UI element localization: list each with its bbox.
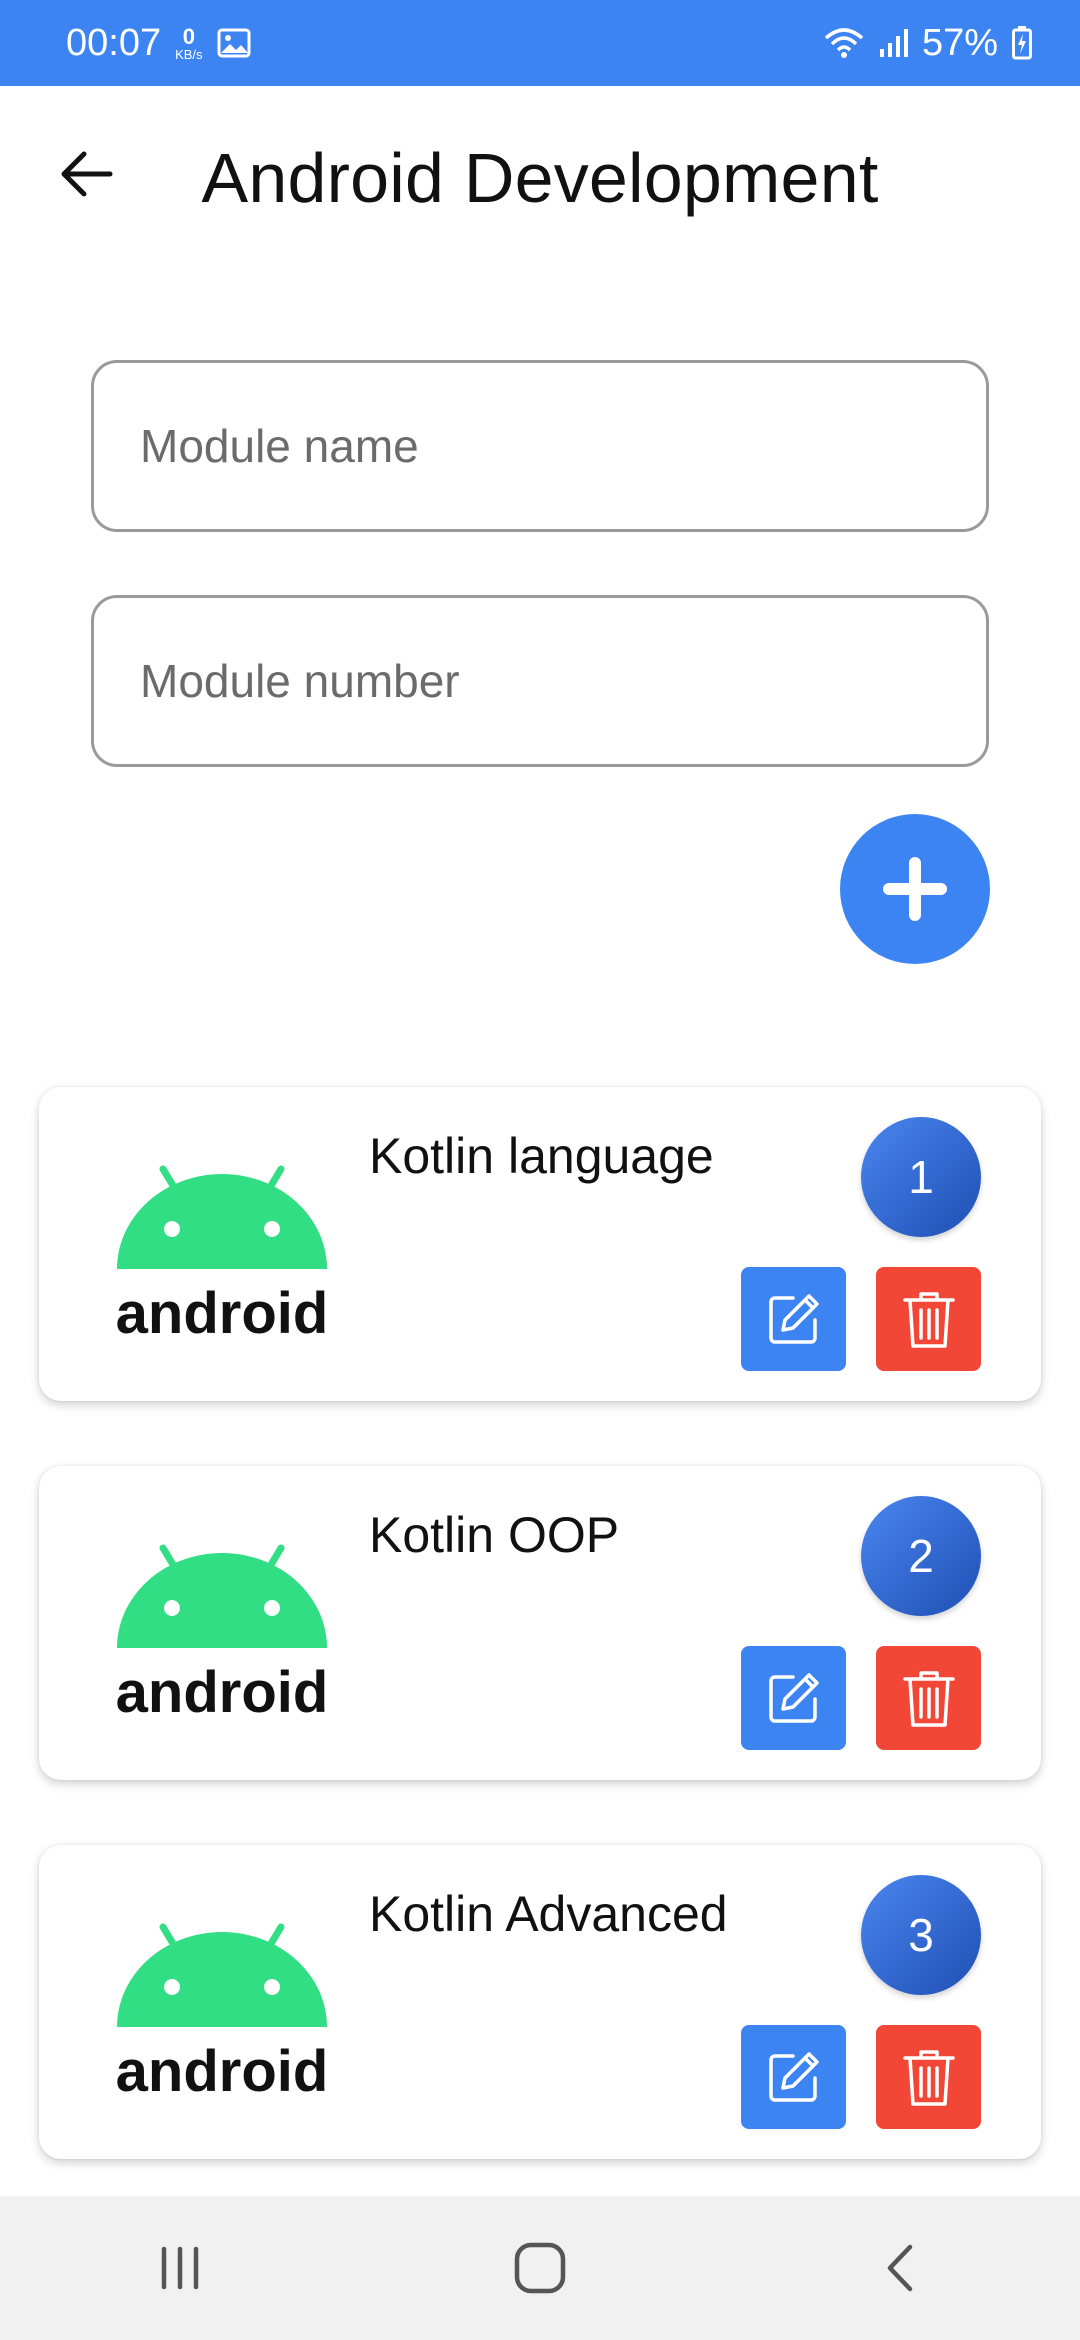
status-time: 00:07 — [66, 21, 162, 64]
trash-icon — [902, 1292, 955, 1348]
system-nav-bar — [0, 2196, 1080, 2340]
module-number-badge: 3 — [861, 1875, 981, 1995]
trash-icon — [902, 1671, 955, 1727]
edit-module-button[interactable] — [741, 2025, 846, 2129]
svg-text:android: android — [116, 1660, 329, 1725]
recent-apps-icon — [161, 2246, 199, 2290]
home-icon — [514, 2242, 566, 2294]
module-card[interactable]: android Kotlin language 1 — [39, 1087, 1041, 1401]
home-button[interactable] — [485, 2213, 595, 2323]
module-number-badge: 2 — [861, 1496, 981, 1616]
edit-icon — [768, 2052, 819, 2102]
module-name-input[interactable] — [91, 360, 989, 532]
module-card[interactable]: android Kotlin Advanced 3 — [39, 1845, 1041, 2159]
edit-module-button[interactable] — [741, 1267, 846, 1371]
trash-icon — [902, 2050, 955, 2106]
delete-module-button[interactable] — [876, 1267, 981, 1371]
delete-module-button[interactable] — [876, 2025, 981, 2129]
module-number-input[interactable] — [91, 595, 989, 767]
network-speed-value: 0 — [182, 23, 195, 49]
edit-icon — [768, 1673, 819, 1723]
android-logo-icon: android — [116, 1165, 329, 1346]
back-icon — [887, 2244, 913, 2292]
svg-text:android: android — [116, 1281, 329, 1346]
plus-icon — [883, 857, 947, 921]
status-left: 00:07 0 KB/s — [66, 22, 251, 65]
module-title: Kotlin Advanced — [369, 1886, 728, 1942]
battery-percent: 57% — [921, 21, 998, 64]
android-logo-icon: android — [116, 1544, 329, 1725]
module-title: Kotlin language — [369, 1128, 714, 1184]
network-speed: 0 KB/s — [175, 23, 203, 62]
add-module-button[interactable] — [840, 814, 990, 964]
module-title: Kotlin OOP — [369, 1507, 620, 1563]
edit-module-button[interactable] — [741, 1646, 846, 1750]
module-card[interactable]: android Kotlin OOP 2 — [39, 1466, 1041, 1780]
edit-icon — [768, 1294, 819, 1344]
page-title: Android Development — [201, 139, 879, 217]
status-bar: 00:07 0 KB/s 57% — [0, 0, 1080, 86]
svg-text:android: android — [116, 2039, 329, 2104]
system-back-button[interactable] — [845, 2213, 955, 2323]
battery-charging-icon — [1012, 26, 1032, 60]
image-icon — [217, 28, 251, 58]
network-speed-unit: KB/s — [175, 46, 203, 62]
signal-icon — [879, 29, 908, 57]
android-logo-icon: android — [116, 1923, 329, 2104]
status-right: 57% — [824, 22, 1032, 65]
wifi-icon — [824, 28, 864, 58]
delete-module-button[interactable] — [876, 1646, 981, 1750]
recent-apps-button[interactable] — [125, 2213, 235, 2323]
app-bar: Android Development — [0, 86, 1080, 266]
module-number-badge: 1 — [861, 1117, 981, 1237]
